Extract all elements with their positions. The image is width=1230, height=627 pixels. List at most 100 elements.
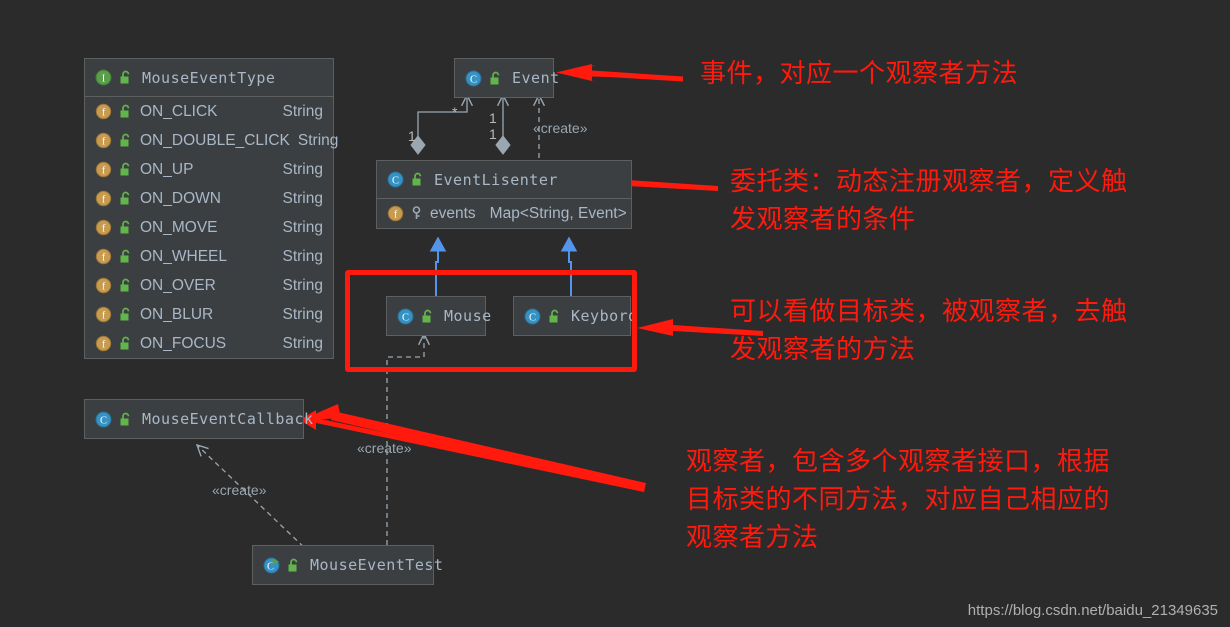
class-name-event: Event <box>512 69 560 87</box>
unlock-icon <box>119 162 132 177</box>
field-type: String <box>282 160 324 178</box>
field-row-on-click[interactable]: f ON_CLICK String <box>85 97 333 126</box>
unlock-icon <box>287 558 300 573</box>
field-type: String <box>282 305 324 323</box>
unlock-icon <box>489 71 502 86</box>
field-name: ON_BLUR <box>140 305 214 323</box>
field-name: ON_OVER <box>140 276 216 294</box>
multiplicity-mid-top: 1 <box>489 110 497 126</box>
svg-text:C: C <box>392 176 399 187</box>
field-row-on-down[interactable]: f ON_DOWN String <box>85 184 333 213</box>
watermark-url: https://blog.csdn.net/baidu_21349635 <box>967 602 1218 619</box>
class-header-mouse-event-callback: C MouseEventCallback <box>85 400 313 438</box>
uml-class-mouse-event-test[interactable]: C MouseEventTest <box>252 545 443 585</box>
field-icon: f <box>95 132 112 149</box>
svg-text:C: C <box>470 74 477 85</box>
unlock-icon <box>119 70 132 85</box>
svg-text:C: C <box>100 415 107 426</box>
field-icon: f <box>95 161 112 178</box>
label-create-test-to-callback: «create» <box>212 482 267 498</box>
line-aggregation-left <box>417 95 467 142</box>
field-type: String <box>282 334 324 352</box>
red-arrow-to-callback <box>300 404 646 492</box>
field-name: ON_FOCUS <box>140 334 227 352</box>
annotation-target-group: 可以看做目标类，被观察者，去触 发观察者的方法 <box>730 297 1128 365</box>
unlock-icon <box>119 249 132 264</box>
field-type: String <box>282 276 324 294</box>
class-name-mouse-event-type: MouseEventType <box>142 68 276 87</box>
field-name-events: events <box>430 204 476 222</box>
svg-text:I: I <box>102 74 106 85</box>
uml-class-mouse-event-type[interactable]: I MouseEventType f ON_CLICK String f ON_DOUB… <box>84 58 338 359</box>
class-header-event: C Event <box>455 59 559 97</box>
field-row-on-over[interactable]: f ON_OVER String <box>85 271 333 300</box>
field-type: String <box>297 131 339 149</box>
field-row-on-move[interactable]: f ON_MOVE String <box>85 213 333 242</box>
multiplicity-mid-bottom: 1 <box>489 126 497 142</box>
field-icon: f <box>95 248 112 265</box>
uml-diagram-canvas: I MouseEventType f ON_CLICK String f ON_DOUB… <box>0 0 1230 627</box>
field-icon: f <box>95 219 112 236</box>
unlock-icon <box>119 412 132 427</box>
field-name: ON_UP <box>140 160 194 178</box>
annotation-event-lisenter: 委托类：动态注册观察者，定义触 发观察者的条件 <box>730 167 1128 235</box>
unlock-icon <box>119 104 132 119</box>
uml-class-event[interactable]: C Event <box>454 58 559 98</box>
field-icon: f <box>95 103 112 120</box>
aggregation-diamond-middle <box>495 135 511 155</box>
class-icon: C <box>465 70 482 87</box>
field-row-on-double-click[interactable]: f ON_DOUBLE_CLICK String <box>85 126 338 155</box>
field-list-mouse-event-type: f ON_CLICK String f ON_DOUBLE_CLICK String f ON… <box>85 97 338 358</box>
unlock-icon <box>119 133 132 148</box>
unlock-icon <box>119 307 132 322</box>
uml-class-event-lisenter[interactable]: C EventLisenter f events Map<String, Eve… <box>376 160 632 229</box>
label-create-test-to-mouse: «create» <box>357 440 412 456</box>
red-highlight-target-group <box>345 270 637 372</box>
private-key-icon <box>411 206 422 221</box>
class-header-event-lisenter: C EventLisenter <box>377 161 631 199</box>
field-icon: f <box>95 335 112 352</box>
field-icon: f <box>387 205 404 222</box>
field-name: ON_CLICK <box>140 102 218 120</box>
runnable-class-icon: C <box>263 557 280 574</box>
unlock-icon <box>119 220 132 235</box>
unlock-icon <box>119 278 132 293</box>
field-type: String <box>282 247 324 265</box>
field-row-on-up[interactable]: f ON_UP String <box>85 155 333 184</box>
annotation-event: 事件，对应一个观察者方法 <box>700 59 1019 89</box>
field-name: ON_WHEEL <box>140 247 227 265</box>
class-header-mouse-event-type: I MouseEventType <box>85 59 333 97</box>
field-name: ON_DOWN <box>140 189 221 207</box>
interface-icon: I <box>95 69 112 86</box>
field-row-on-wheel[interactable]: f ON_WHEEL String <box>85 242 333 271</box>
label-create-event: «create» <box>533 120 588 136</box>
unlock-icon <box>119 191 132 206</box>
field-type: String <box>282 102 324 120</box>
field-name: ON_DOUBLE_CLICK <box>140 131 290 149</box>
field-row-on-blur[interactable]: f ON_BLUR String <box>85 300 333 329</box>
field-name: ON_MOVE <box>140 218 218 236</box>
field-type: String <box>282 189 324 207</box>
unlock-icon <box>411 172 424 187</box>
field-icon: f <box>95 277 112 294</box>
field-icon: f <box>95 306 112 323</box>
class-name-event-lisenter: EventLisenter <box>434 170 558 189</box>
uml-class-mouse-event-callback[interactable]: C MouseEventCallback <box>84 399 313 439</box>
class-name-mouse-event-test: MouseEventTest <box>310 556 444 574</box>
field-list-event-lisenter: f events Map<String, Event> <box>377 199 631 228</box>
unlock-icon <box>119 336 132 351</box>
class-name-mouse-event-callback: MouseEventCallback <box>142 410 314 428</box>
field-type: String <box>282 218 324 236</box>
field-icon: f <box>95 190 112 207</box>
field-row-on-focus[interactable]: f ON_FOCUS String <box>85 329 333 358</box>
line-create-test-to-callback <box>197 445 311 554</box>
field-row-events[interactable]: f events Map<String, Event> <box>377 199 631 228</box>
annotation-observer: 观察者，包含多个观察者接口，根据 目标类的不同方法，对应自己相应的 观察者方法 <box>686 447 1111 553</box>
class-icon: C <box>387 171 404 188</box>
multiplicity-left-one: 1 <box>408 128 416 144</box>
field-type-events: Map<String, Event> <box>489 204 627 222</box>
red-arrow-to-event <box>556 64 683 82</box>
multiplicity-star: * <box>452 104 458 120</box>
class-header-mouse-event-test: C MouseEventTest <box>253 546 443 584</box>
class-icon: C <box>95 411 112 428</box>
